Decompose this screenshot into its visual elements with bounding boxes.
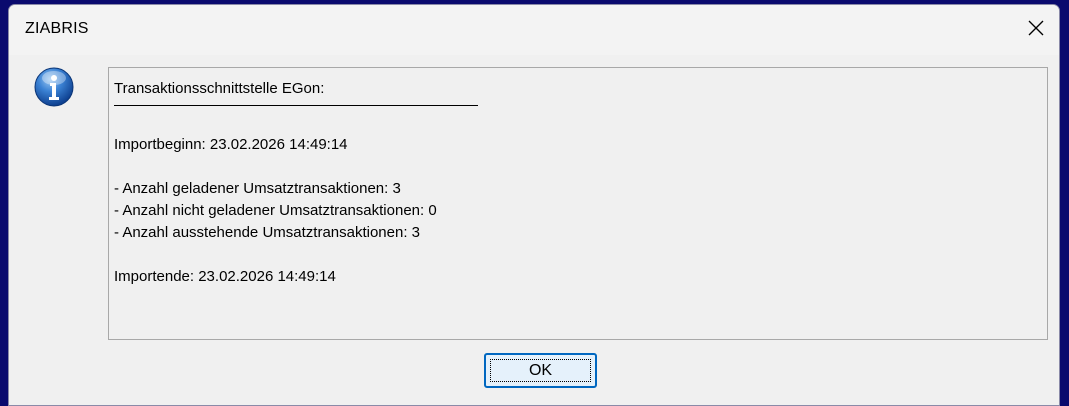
import-start-line: Importbeginn: 23.02.2026 14:49:14 (114, 136, 348, 153)
info-icon (34, 67, 74, 107)
message-dialog: ZIABRIS Transaktionsschnittstelle EGon: … (8, 4, 1060, 406)
count-pending-line: - Anzahl ausstehende Umsatztransaktionen… (114, 224, 421, 241)
focus-rectangle (490, 359, 591, 382)
count-loaded-line: - Anzahl geladener Umsatztransaktionen: … (114, 180, 401, 197)
message-heading: Transaktionsschnittstelle EGon: (114, 80, 325, 97)
count-not-loaded-line: - Anzahl nicht geladener Umsatztransakti… (114, 202, 437, 219)
import-end-line: Importende: 23.02.2026 14:49:14 (114, 268, 336, 285)
title-bar[interactable]: ZIABRIS (9, 5, 1059, 55)
close-icon (1028, 20, 1044, 36)
message-text-area: Transaktionsschnittstelle EGon: Importbe… (108, 67, 1048, 340)
ok-button[interactable]: OK (484, 353, 597, 388)
window-title: ZIABRIS (25, 20, 89, 37)
close-button[interactable] (1013, 5, 1059, 51)
